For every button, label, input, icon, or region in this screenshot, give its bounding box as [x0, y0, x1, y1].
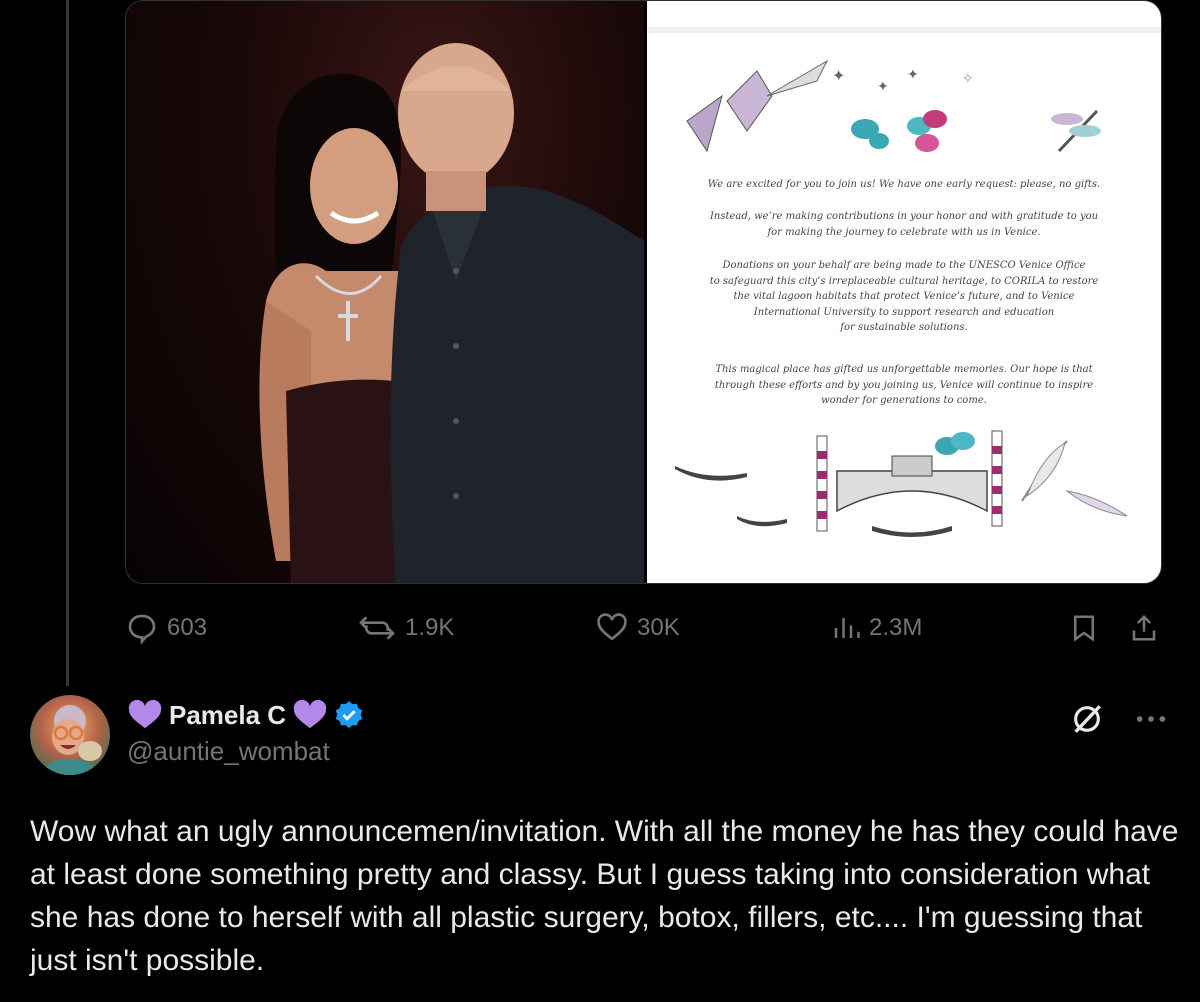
reply-button[interactable]: 603	[125, 608, 207, 648]
views-button[interactable]: 2.3M	[831, 608, 922, 648]
tweet-action-bar: 603 1.9K 30K 2.3M	[125, 608, 1165, 648]
reply-count: 603	[167, 614, 208, 641]
invitation-line-1: We are excited for you to join us! We ha…	[707, 179, 1101, 190]
invitation-card[interactable]: ✦ ✦ ✦ ✧ We are excited for you to join u…	[644, 1, 1161, 583]
author-handle: @auntie_wombat	[127, 736, 330, 766]
views-count: 2.3M	[869, 614, 923, 641]
like-button[interactable]: 30K	[595, 608, 680, 648]
svg-text:✦: ✦	[877, 78, 889, 94]
speech-bubble-icon	[128, 614, 156, 644]
bookmark-button[interactable]	[1069, 608, 1099, 648]
heart-icon	[597, 613, 627, 641]
invitation-line-4: This magical place has gifted us unforge…	[714, 364, 1094, 406]
couple-photo[interactable]	[126, 1, 644, 583]
purple-heart-icon	[128, 699, 162, 729]
bookmark-icon	[1074, 615, 1094, 642]
svg-text:✦: ✦	[832, 68, 845, 85]
grok-icon[interactable]	[1070, 702, 1104, 736]
reply-text: Wow what an ugly announcemen/invitation.…	[30, 815, 1179, 977]
svg-text:✧: ✧	[962, 70, 974, 86]
reply-author[interactable]: Pamela C @auntie_wombat	[127, 698, 364, 767]
couple-photo-illustration	[259, 43, 644, 583]
avatar[interactable]	[30, 695, 110, 775]
more-icon[interactable]	[1134, 713, 1168, 725]
tweet-media-grid[interactable]: ✦ ✦ ✦ ✧ We are excited for you to join u…	[125, 0, 1162, 584]
like-count: 30K	[637, 614, 680, 641]
verified-badge-icon	[335, 701, 363, 728]
repost-icon	[359, 616, 395, 640]
share-button[interactable]	[1129, 608, 1159, 648]
reply-header-actions	[1070, 702, 1168, 736]
repost-count: 1.9K	[405, 614, 455, 641]
thread-connector-line	[66, 0, 69, 686]
avatar-illustration	[40, 705, 102, 775]
invitation-line-3: Donations on your behalf are being made …	[709, 260, 1099, 333]
share-icon	[1132, 614, 1156, 641]
svg-text:✦: ✦	[907, 66, 919, 82]
purple-heart-icon	[293, 699, 327, 729]
invitation-line-2: Instead, we’re making contributions in y…	[709, 211, 1099, 238]
repost-button[interactable]: 1.9K	[357, 608, 454, 648]
views-bar-icon	[834, 618, 860, 638]
author-name: Pamela C	[169, 699, 287, 730]
